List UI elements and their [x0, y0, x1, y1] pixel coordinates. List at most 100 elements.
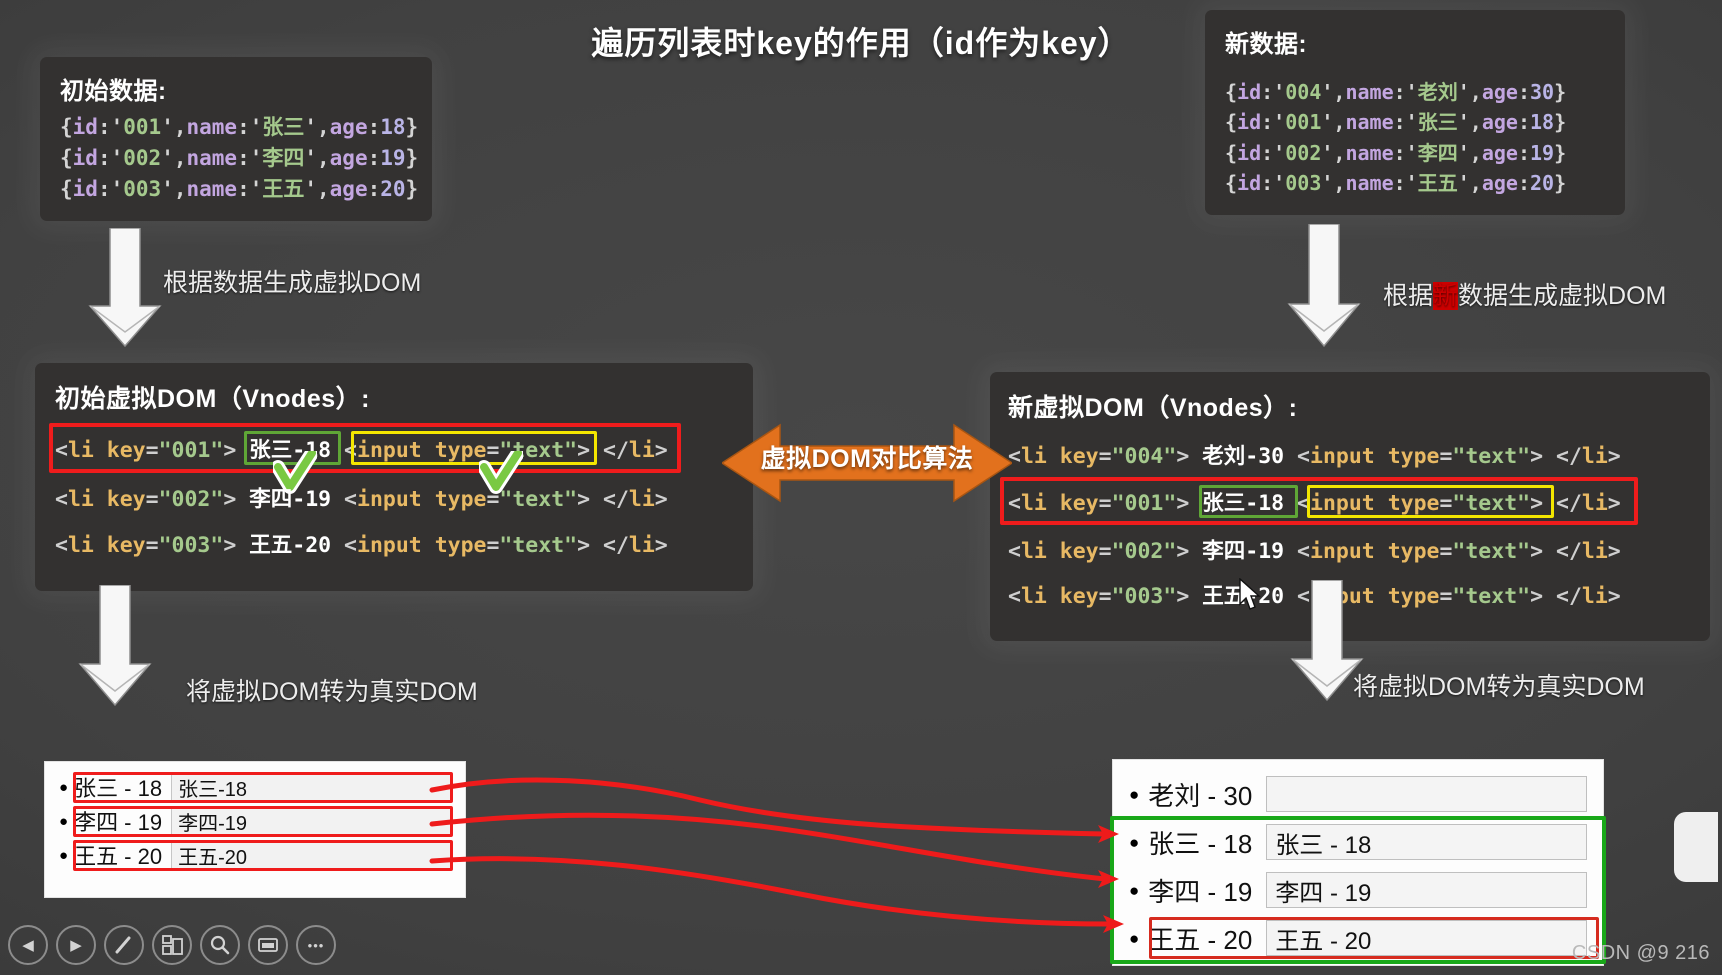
presentation-toolbar: ◀ ▶ •••: [0, 915, 1722, 975]
vnode-key: 002: [1124, 538, 1164, 564]
data-age: 19: [380, 146, 406, 171]
new-vdom-row-code: <li key="004"> 老刘-30 <input type="text">…: [1008, 443, 1621, 469]
data-name-value: 张三: [262, 115, 305, 139]
vnode-key: 003: [1124, 583, 1164, 609]
new-vdom-row: <li key="002"> 李四-19 <input type="text">…: [1008, 529, 1692, 574]
search-icon: [210, 935, 230, 955]
bullet-icon: ●: [1129, 880, 1140, 900]
label-to-real-right: 将虚拟DOM转为真实DOM: [1353, 667, 1645, 703]
real-dom-row-input[interactable]: 张三-18: [171, 773, 451, 801]
next-slide-button[interactable]: ▶: [56, 925, 96, 965]
real-dom-row-label: 李四 - 19: [74, 810, 163, 835]
real-dom-right-row: ● 老刘 - 30: [1129, 770, 1587, 818]
data-name-value: 王五: [262, 177, 305, 202]
real-dom-row-input[interactable]: 李四-19: [171, 807, 451, 835]
label-gen-vdom-left: 根据数据生成虚拟DOM: [163, 263, 421, 299]
label-to-real-left-text: 将虚拟DOM转为真实DOM: [186, 678, 478, 706]
arrow-newdata-to-new-vdom: [1287, 224, 1361, 348]
initial-data-row: {id:'002',name:'李四',age:19}: [60, 146, 419, 171]
presenter-screen-icon: [258, 938, 278, 952]
data-id: 002: [123, 146, 162, 171]
vnode-key: 001: [171, 438, 211, 464]
data-name-value: 李四: [262, 146, 305, 171]
bullet-icon: ●: [59, 778, 69, 796]
ellipsis-icon: •••: [307, 937, 325, 953]
arrow-data-to-old-vdom: [88, 228, 162, 348]
data-id: 004: [1285, 80, 1322, 104]
real-dom-left-row: ● 王五 - 20 王五-20: [59, 838, 453, 872]
data-name-value: 张三: [1417, 110, 1458, 135]
new-data-row: {id:'004',name:'老刘',age:30}: [1225, 80, 1567, 104]
diff-algorithm-arrow: [722, 423, 1012, 503]
label-to-real-right-text: 将虚拟DOM转为真实DOM: [1353, 673, 1645, 701]
new-data-heading: 新数据:: [1225, 31, 1307, 58]
prev-arrow-icon: ◀: [22, 937, 34, 954]
bullet-icon: ●: [1129, 832, 1140, 852]
real-dom-right-row: ● 张三 - 18 张三 - 18: [1129, 818, 1587, 866]
old-vdom-row-code: <li key="003"> 王五-20 <input type="text">…: [55, 533, 668, 559]
label-gen-vdom-right-prefix: 根据: [1383, 282, 1434, 310]
zoom-search-button[interactable]: [200, 925, 240, 965]
real-dom-row-label: 王五 - 20: [74, 844, 163, 869]
label-to-real-left: 将虚拟DOM转为真实DOM: [186, 672, 478, 708]
new-vdom-row-code: <li key="002"> 李四-19 <input type="text">…: [1008, 538, 1621, 564]
real-dom-row-label: 张三 - 18: [74, 776, 163, 801]
data-age: 18: [380, 115, 406, 139]
real-dom-row-input[interactable]: 王五-20: [171, 841, 451, 869]
slide-overview-button[interactable]: [152, 925, 192, 965]
vnode-key: 002: [171, 487, 211, 513]
data-age: 20: [1529, 171, 1555, 196]
new-data-row: {id:'001',name:'张三',age:18}: [1225, 110, 1567, 135]
old-vdom-row: <li key="001"> 张三-18 <input type="text">…: [49, 423, 733, 494]
new-data-row: {id:'002',name:'李四',age:19}: [1225, 140, 1567, 165]
vnode-text: 老刘-30: [1202, 443, 1285, 469]
real-dom-row-input[interactable]: [1266, 776, 1587, 812]
data-id: 003: [123, 177, 162, 202]
data-name-value: 老刘: [1417, 80, 1458, 104]
new-vdom-row-code: <li key="001"> 张三-18 <input type="text">…: [1008, 491, 1621, 517]
real-dom-row-label: 张三 - 18: [1148, 828, 1253, 859]
vnode-text: 王五-20: [249, 533, 332, 559]
page-title-text: 遍历列表时key的作用（id作为key）: [591, 25, 1131, 61]
prev-slide-button[interactable]: ◀: [8, 925, 48, 965]
data-id: 002: [1285, 140, 1322, 165]
presenter-view-button[interactable]: [248, 925, 288, 965]
real-dom-row-label: 李四 - 19: [1148, 876, 1253, 907]
real-dom-right-row: ● 李四 - 19 李四 - 19: [1129, 866, 1587, 914]
initial-data-panel: 初始数据: {id:'001',name:'张三',age:18} {id:'0…: [40, 57, 432, 222]
old-vdom-heading: 初始虚拟DOM（Vnodes）:: [55, 385, 370, 413]
new-data-row: {id:'003',name:'王五',age:20}: [1225, 171, 1567, 196]
real-dom-left-row: ● 李四 - 19 李四-19: [59, 804, 453, 838]
data-name-value: 王五: [1417, 171, 1458, 196]
side-panel-handle[interactable]: [1674, 812, 1718, 882]
bullet-icon: ●: [1129, 784, 1140, 804]
initial-data-row: {id:'003',name:'王五',age:20}: [60, 177, 419, 202]
data-age: 20: [380, 177, 406, 202]
real-dom-left-panel: ● 张三 - 18 张三-18 ● 李四 - 19 李四-19 ● 王五 - 2…: [45, 762, 465, 897]
data-id: 001: [123, 115, 162, 139]
real-dom-row-label: 老刘 - 30: [1148, 780, 1253, 811]
label-gen-vdom-right: 根据新数据生成虚拟DOM: [1383, 276, 1666, 312]
old-vdom-row: <li key="002"> 李四-19 <input type="text">…: [55, 477, 733, 523]
old-vdom-row-code: <li key="002"> 李四-19 <input type="text">…: [55, 487, 668, 513]
bullet-icon: ●: [59, 812, 69, 830]
data-id: 001: [1285, 110, 1322, 135]
arrow-old-vdom-to-real: [78, 585, 152, 707]
new-vdom-row: <li key="004"> 老刘-30 <input type="text">…: [1008, 434, 1692, 479]
real-dom-row-input[interactable]: 张三 - 18: [1266, 824, 1587, 860]
label-gen-vdom-left-text: 根据数据生成虚拟DOM: [163, 269, 422, 297]
real-dom-row-input[interactable]: 李四 - 19: [1266, 872, 1587, 908]
more-options-button[interactable]: •••: [296, 925, 336, 965]
vnode-key: 001: [1124, 491, 1164, 517]
label-gen-vdom-right-highlight: 新: [1433, 282, 1459, 310]
data-age: 19: [1529, 140, 1555, 165]
data-name-value: 李四: [1417, 140, 1458, 165]
vnode-text: 李四-19: [1202, 538, 1285, 564]
initial-data-row: {id:'001',name:'张三',age:18}: [60, 115, 419, 139]
pen-tool-button[interactable]: [104, 925, 144, 965]
new-vdom-row: <li key="001"> 张三-18 <input type="text">…: [1000, 477, 1692, 529]
next-arrow-icon: ▶: [70, 937, 82, 954]
data-age: 30: [1529, 80, 1555, 104]
pen-icon: [115, 936, 131, 954]
vnode-text: 李四-19: [249, 487, 332, 513]
